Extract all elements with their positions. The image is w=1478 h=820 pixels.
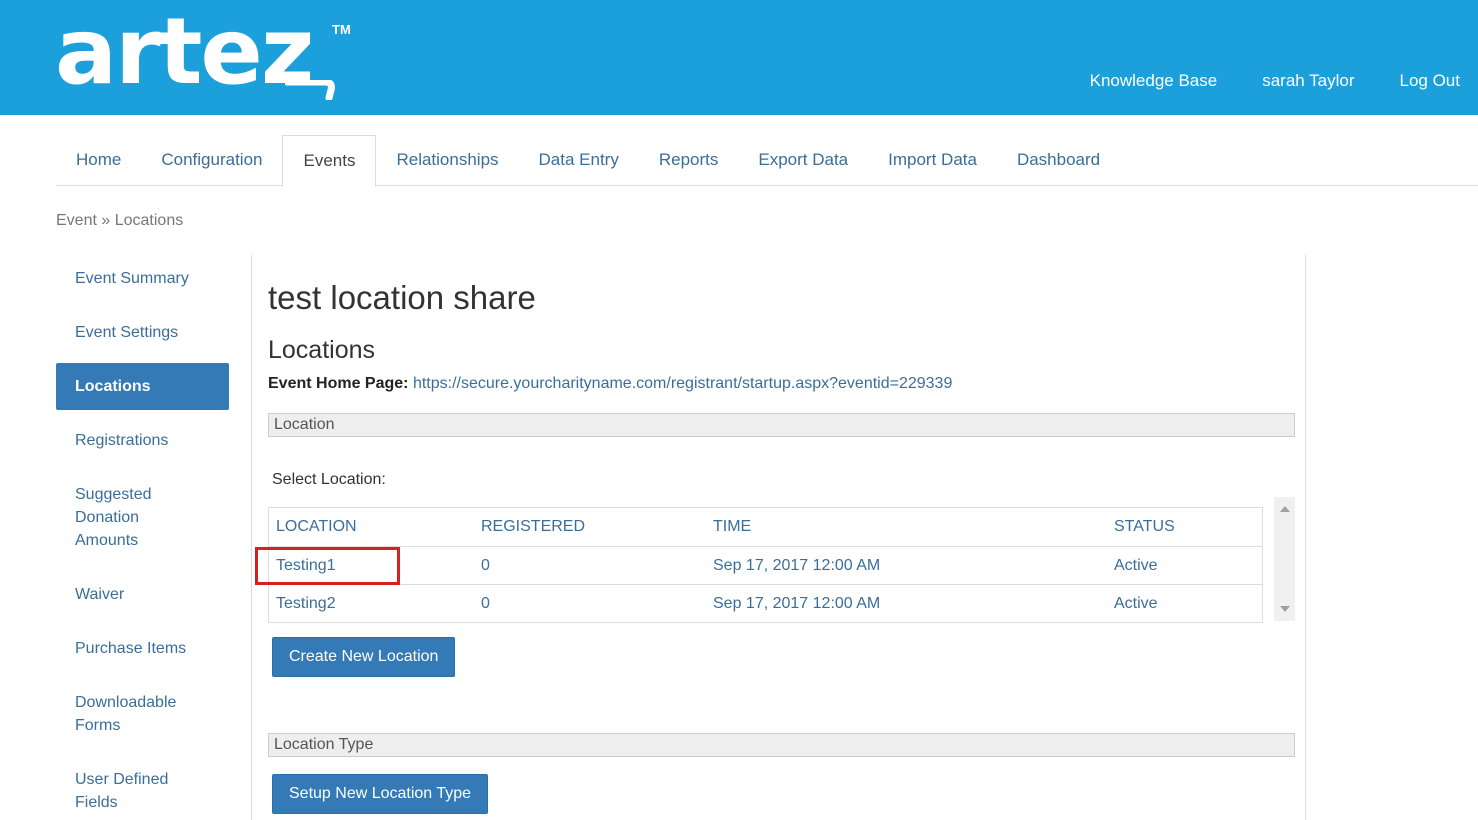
sidebar-item-downloadable-forms[interactable]: Downloadable Forms <box>56 679 196 749</box>
sidebar-item-purchase-items[interactable]: Purchase Items <box>56 625 229 672</box>
tab-dashboard[interactable]: Dashboard <box>997 135 1120 186</box>
scroll-up-icon[interactable] <box>1280 506 1290 512</box>
content-divider-left <box>251 255 252 820</box>
sidebar-item-waiver[interactable]: Waiver <box>56 571 229 618</box>
tab-reports[interactable]: Reports <box>639 135 739 186</box>
create-new-location-button[interactable]: Create New Location <box>272 637 456 677</box>
tab-configuration[interactable]: Configuration <box>141 135 282 186</box>
top-links: Knowledge Base sarah Taylor Log Out <box>1090 70 1460 92</box>
section-title: Locations <box>268 336 376 364</box>
event-home-page-label: Event Home Page: <box>268 375 409 392</box>
table-row[interactable]: Testing1 0 Sep 17, 2017 12:00 AM Active <box>255 546 1262 585</box>
breadcrumb-current: Locations <box>114 212 184 229</box>
artez-logo[interactable]: artez <box>55 2 314 102</box>
tab-relationships[interactable]: Relationships <box>376 135 518 186</box>
registered-cell: 0 <box>481 595 490 612</box>
status-cell: Active <box>1114 557 1158 574</box>
sidebar-item-locations[interactable]: Locations <box>56 363 229 410</box>
setup-new-location-type-button[interactable]: Setup New Location Type <box>272 774 489 814</box>
main-nav-tabs: Home Configuration Events Relationships … <box>56 135 1478 187</box>
sidebar-item-suggested-donation-amounts[interactable]: Suggested Donation Amounts <box>56 471 196 564</box>
sidebar-item-event-settings[interactable]: Event Settings <box>56 309 229 356</box>
knowledge-base-link[interactable]: Knowledge Base <box>1090 70 1218 92</box>
header-bar: artez TM Knowledge Base sarah Taylor Log… <box>0 0 1478 115</box>
table-header-row: LOCATION REGISTERED TIME STATUS <box>269 508 1262 546</box>
content-divider-right <box>1305 255 1306 820</box>
column-header-location[interactable]: LOCATION <box>269 508 474 546</box>
tab-import-data[interactable]: Import Data <box>868 135 997 186</box>
event-home-page: Event Home Page: https://secure.yourchar… <box>268 375 952 393</box>
time-cell: Sep 17, 2017 12:00 AM <box>713 595 881 612</box>
location-link[interactable]: Testing2 <box>276 595 336 612</box>
log-out-link[interactable]: Log Out <box>1400 70 1461 92</box>
sidebar-item-event-summary[interactable]: Event Summary <box>56 255 229 302</box>
table-row[interactable]: Testing2 0 Sep 17, 2017 12:00 AM Active <box>269 584 1262 622</box>
column-header-status[interactable]: STATUS <box>1107 508 1262 546</box>
user-name-link[interactable]: sarah Taylor <box>1262 70 1354 92</box>
tab-data-entry[interactable]: Data Entry <box>519 135 639 186</box>
logo-swoosh-icon <box>285 80 335 100</box>
location-panel-header: Location <box>268 413 1295 437</box>
column-header-registered[interactable]: REGISTERED <box>474 508 706 546</box>
breadcrumb: Event » Locations <box>56 212 183 230</box>
breadcrumb-separator: » <box>101 212 111 229</box>
registered-cell: 0 <box>481 557 490 574</box>
event-home-page-link[interactable]: https://secure.yourcharityname.com/regis… <box>413 375 952 392</box>
column-header-time[interactable]: TIME <box>706 508 1107 546</box>
table-scrollbar[interactable] <box>1274 497 1295 621</box>
status-cell: Active <box>1114 595 1158 612</box>
location-cell: Testing2 <box>269 585 474 622</box>
page-title: test location share <box>268 279 536 316</box>
breadcrumb-parent[interactable]: Event <box>56 212 97 229</box>
location-cell: Testing1 <box>255 547 474 585</box>
event-sidebar: Event Summary Event Settings Locations R… <box>56 255 229 820</box>
sidebar-item-registrations[interactable]: Registrations <box>56 417 229 464</box>
highlight-annotation <box>255 547 400 585</box>
tab-home[interactable]: Home <box>56 135 141 186</box>
location-type-panel-header: Location Type <box>268 733 1295 757</box>
sidebar-item-user-defined-fields[interactable]: User Defined Fields <box>56 756 196 820</box>
select-location-label: Select Location: <box>272 471 386 488</box>
trademark-mark: TM <box>332 22 351 37</box>
tab-export-data[interactable]: Export Data <box>738 135 868 186</box>
scroll-down-icon[interactable] <box>1280 606 1290 612</box>
tab-events[interactable]: Events <box>282 135 377 187</box>
time-cell: Sep 17, 2017 12:00 AM <box>713 557 881 574</box>
locations-table: LOCATION REGISTERED TIME STATUS Testing1… <box>255 507 1263 623</box>
